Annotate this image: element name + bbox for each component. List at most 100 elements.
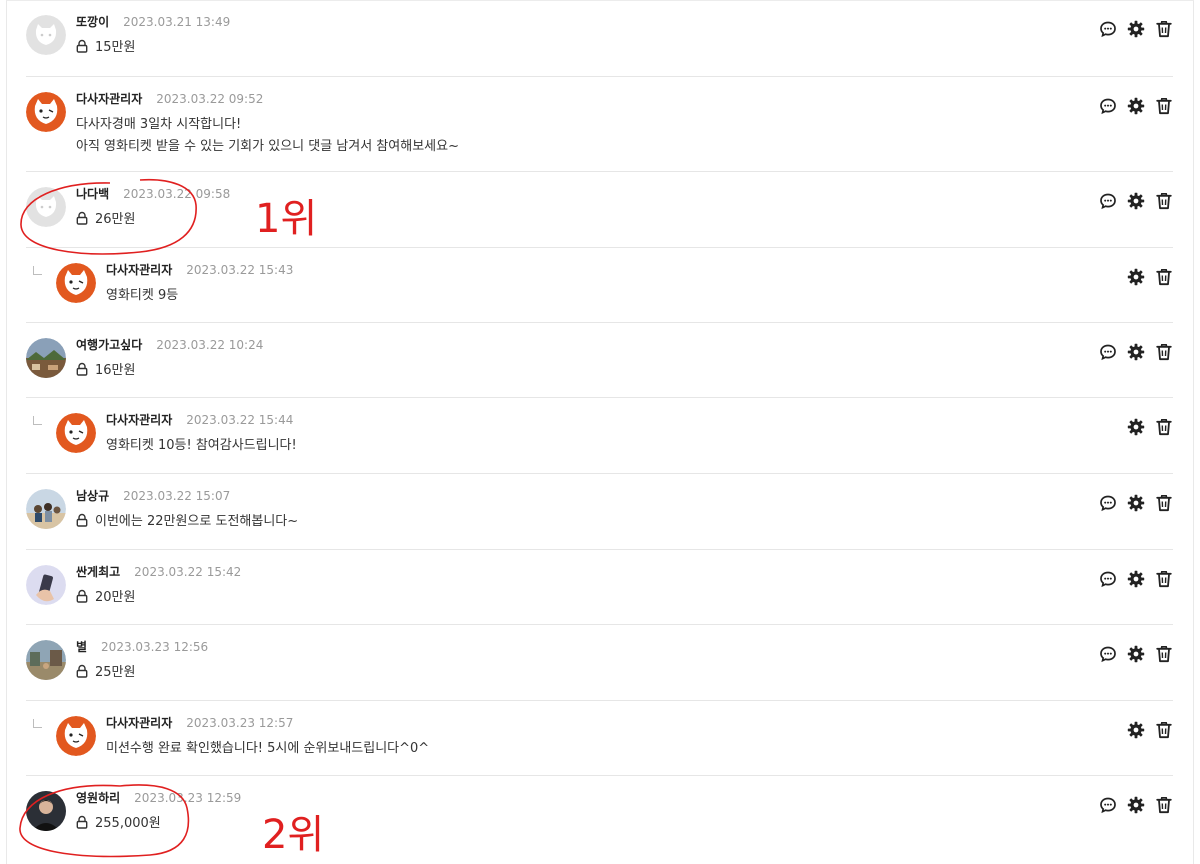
trash-icon[interactable] [1155, 192, 1173, 210]
comment-actions [1099, 645, 1173, 663]
comment-date: 2023.03.21 13:49 [123, 15, 231, 29]
speech-bubble-icon[interactable] [1099, 97, 1117, 115]
trash-icon[interactable] [1155, 268, 1173, 286]
comment-line: 255,000원 [76, 813, 161, 835]
gear-icon[interactable] [1127, 721, 1145, 739]
comment-actions [1099, 796, 1173, 814]
trash-icon[interactable] [1155, 494, 1173, 512]
avatar[interactable] [26, 15, 66, 55]
comment-actions [1099, 192, 1173, 210]
comment-header: 남상규 2023.03.22 15:07 [76, 488, 230, 504]
comment-line: 영화티켓 9등 [106, 285, 178, 307]
comment-actions [1127, 721, 1173, 739]
speech-bubble-icon[interactable] [1099, 796, 1117, 814]
comment-header: 나다백 2023.03.22 09:58 [76, 186, 230, 202]
trash-icon[interactable] [1155, 418, 1173, 436]
author-name[interactable]: 여행가고싶다 [76, 338, 142, 352]
trash-icon[interactable] [1155, 20, 1173, 38]
comment-item: 다사자관리자 2023.03.22 09:52 다사자경매 3일차 시작합니다! 아직… [26, 77, 1173, 172]
author-name[interactable]: 다사자관리자 [106, 413, 172, 427]
trash-icon[interactable] [1155, 570, 1173, 588]
avatar[interactable] [26, 791, 66, 831]
reply-comment: 다사자관리자 2023.03.22 15:44 영화티켓 10등! 참여감사드립니다… [26, 398, 1173, 474]
avatar[interactable] [26, 489, 66, 529]
speech-bubble-icon[interactable] [1099, 645, 1117, 663]
comment-header: 또깡이 2023.03.21 13:49 [76, 14, 230, 30]
comment-date: 2023.03.23 12:59 [134, 791, 242, 805]
comment-actions [1127, 268, 1173, 286]
comment-body: 255,000원 [76, 813, 161, 835]
avatar[interactable] [56, 716, 96, 756]
comment-header: 여행가고싶다 2023.03.22 10:24 [76, 337, 263, 353]
comment-date: 2023.03.22 09:58 [123, 187, 231, 201]
trash-icon[interactable] [1155, 645, 1173, 663]
avatar[interactable] [26, 187, 66, 227]
gear-icon[interactable] [1127, 192, 1145, 210]
comment-line: 25만원 [76, 662, 135, 684]
comment-text: 255,000원 [95, 816, 161, 831]
avatar[interactable] [26, 640, 66, 680]
comment-line: 26만원 [76, 209, 135, 231]
comment-date: 2023.03.22 15:44 [186, 413, 294, 427]
gear-icon[interactable] [1127, 570, 1145, 588]
comment-header: 다사자관리자 2023.03.22 15:43 [106, 262, 293, 278]
comment-text: 20만원 [95, 590, 136, 605]
reply-indent-icon [33, 266, 42, 275]
trash-icon[interactable] [1155, 796, 1173, 814]
gear-icon[interactable] [1127, 796, 1145, 814]
author-name[interactable]: 다사자관리자 [106, 263, 172, 277]
trash-icon[interactable] [1155, 721, 1173, 739]
speech-bubble-icon[interactable] [1099, 494, 1117, 512]
author-name[interactable]: 영원하리 [76, 791, 120, 805]
lock-icon [76, 664, 88, 678]
comment-text: 영화티켓 10등! 참여감사드립니다! [106, 438, 297, 453]
comment-body: 15만원 [76, 37, 135, 59]
comment-actions [1127, 418, 1173, 436]
speech-bubble-icon[interactable] [1099, 192, 1117, 210]
lock-icon [76, 362, 88, 376]
comment-item: 싼게최고 2023.03.22 15:42 20만원 [26, 550, 1173, 625]
comment-line: 미션수행 완료 확인했습니다! 5시에 순위보내드립니다^0^ [106, 738, 429, 760]
reply-indent-icon [33, 719, 42, 728]
comment-line: 아직 영화티켓 받을 수 있는 기회가 있으니 댓글 남겨서 참여해보세요~ [76, 136, 459, 158]
comment-date: 2023.03.22 10:24 [156, 338, 264, 352]
gear-icon[interactable] [1127, 343, 1145, 361]
gear-icon[interactable] [1127, 20, 1145, 38]
author-name[interactable]: 다사자관리자 [76, 92, 142, 106]
author-name[interactable]: 싼게최고 [76, 565, 120, 579]
lock-icon [76, 39, 88, 53]
trash-icon[interactable] [1155, 343, 1173, 361]
comment-line: 다사자경매 3일차 시작합니다! [76, 114, 459, 136]
avatar[interactable] [26, 338, 66, 378]
speech-bubble-icon[interactable] [1099, 570, 1117, 588]
author-name[interactable]: 또깡이 [76, 15, 109, 29]
avatar[interactable] [26, 92, 66, 132]
avatar[interactable] [56, 263, 96, 303]
trash-icon[interactable] [1155, 97, 1173, 115]
comment-body: 이번에는 22만원으로 도전해봅니다~ [76, 511, 298, 533]
comment-text: 15만원 [95, 40, 136, 55]
comment-body: 20만원 [76, 587, 135, 609]
speech-bubble-icon[interactable] [1099, 343, 1117, 361]
lock-icon [76, 211, 88, 225]
comment-line: 15만원 [76, 37, 135, 59]
comment-body: 다사자경매 3일차 시작합니다! 아직 영화티켓 받을 수 있는 기회가 있으니 … [76, 114, 459, 158]
author-name[interactable]: 남상규 [76, 489, 109, 503]
author-name[interactable]: 나다백 [76, 187, 109, 201]
comment-date: 2023.03.23 12:57 [186, 716, 294, 730]
gear-icon[interactable] [1127, 268, 1145, 286]
comment-item: 영원하리 2023.03.23 12:59 255,000원 [26, 776, 1173, 864]
comment-date: 2023.03.22 15:07 [123, 489, 231, 503]
gear-icon[interactable] [1127, 494, 1145, 512]
gear-icon[interactable] [1127, 97, 1145, 115]
comment-line: 영화티켓 10등! 참여감사드립니다! [106, 435, 297, 457]
gear-icon[interactable] [1127, 645, 1145, 663]
author-name[interactable]: 별 [76, 640, 87, 654]
comment-actions [1099, 20, 1173, 38]
speech-bubble-icon[interactable] [1099, 20, 1117, 38]
author-name[interactable]: 다사자관리자 [106, 716, 172, 730]
gear-icon[interactable] [1127, 418, 1145, 436]
avatar[interactable] [26, 565, 66, 605]
avatar[interactable] [56, 413, 96, 453]
comment-item: 여행가고싶다 2023.03.22 10:24 16만원 [26, 323, 1173, 398]
